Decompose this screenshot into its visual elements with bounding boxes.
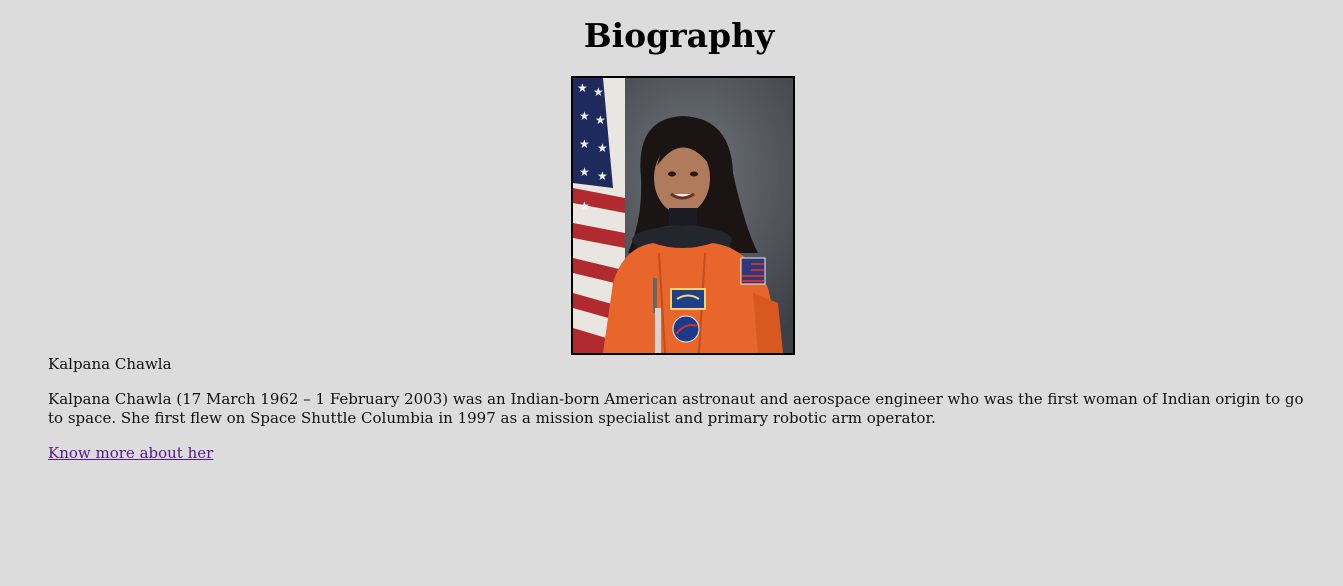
know-more-link[interactable]: Know more about her [48, 444, 213, 463]
svg-text:★: ★ [597, 141, 608, 155]
svg-text:★: ★ [595, 113, 606, 127]
biography-text: Kalpana Chawla (17 March 1962 – 1 Februa… [48, 390, 1304, 427]
astronaut-portrait-image: ★ ★ ★ ★ ★ ★ ★ ★ ★ [571, 76, 795, 355]
svg-text:★: ★ [579, 165, 590, 179]
page-title: Biography [583, 16, 775, 55]
svg-text:★: ★ [593, 85, 604, 99]
svg-text:★: ★ [577, 81, 588, 95]
svg-text:★: ★ [579, 109, 590, 123]
portrait-illustration: ★ ★ ★ ★ ★ ★ ★ ★ ★ [573, 78, 793, 353]
svg-text:★: ★ [597, 169, 608, 183]
svg-text:★: ★ [579, 199, 590, 213]
svg-text:★: ★ [579, 137, 590, 151]
person-name: Kalpana Chawla [48, 355, 172, 373]
